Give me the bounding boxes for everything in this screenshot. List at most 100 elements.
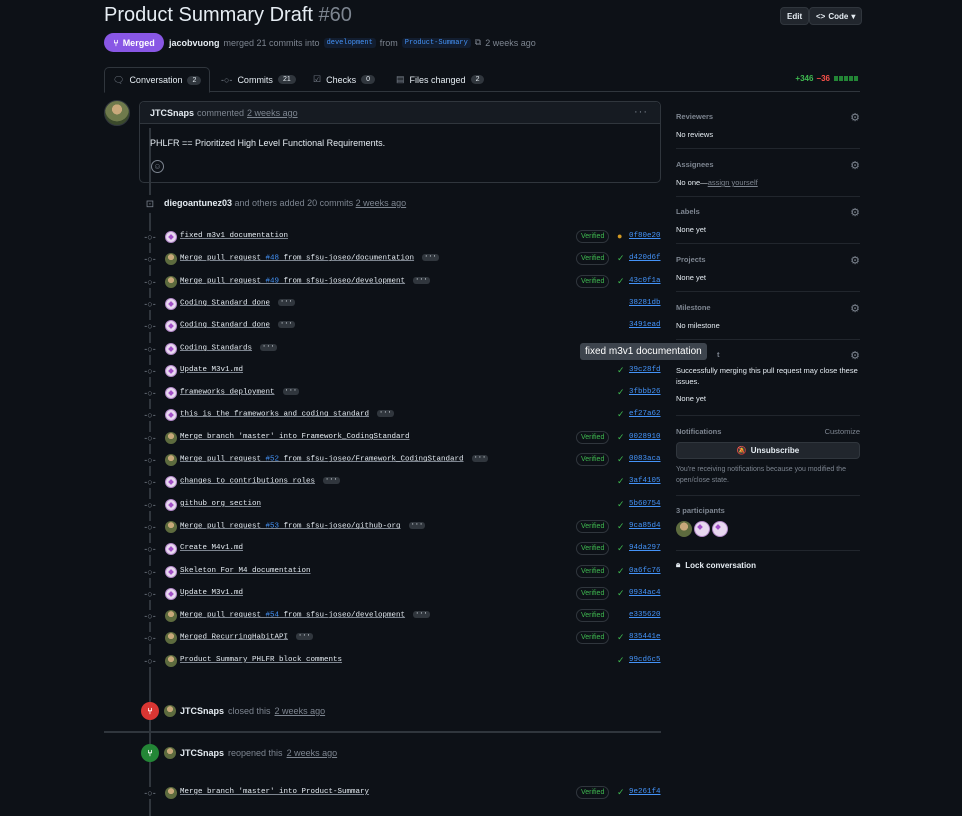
verified-badge[interactable]: Verified <box>576 252 610 265</box>
commit-message[interactable]: fixed m3v1 documentation <box>180 232 288 240</box>
reopened-time[interactable]: 2 weeks ago <box>287 748 338 758</box>
gear-icon[interactable]: ⚙ <box>850 302 860 315</box>
expand-commit-button[interactable]: ··· <box>260 344 277 351</box>
commit-sha[interactable]: e335620 <box>629 611 661 619</box>
commit-message[interactable]: Create M4v1.md <box>180 544 243 552</box>
tab-checks[interactable]: ☑ Checks 0 <box>305 67 383 92</box>
gear-icon[interactable]: ⚙ <box>850 111 860 124</box>
commit-sha[interactable]: 9ca85d4 <box>629 522 661 530</box>
commit-sha[interactable]: 39c28fd <box>629 366 661 374</box>
expand-commit-button[interactable]: ··· <box>377 410 394 417</box>
avatar[interactable] <box>164 705 176 717</box>
base-branch[interactable]: development <box>323 37 376 48</box>
commit-message[interactable]: Product Summary PHLFR block comments <box>180 656 342 664</box>
commit-message[interactable]: Merge pull request #52 from sfsu-joseo/F… <box>180 455 489 463</box>
check-icon[interactable]: ✓ <box>617 632 625 643</box>
commit-message[interactable]: Merge pull request #53 from sfsu-joseo/g… <box>180 522 426 530</box>
avatar[interactable] <box>165 320 177 332</box>
avatar[interactable] <box>165 499 177 511</box>
avatar[interactable] <box>165 365 177 377</box>
expand-commit-button[interactable]: ··· <box>278 321 295 328</box>
avatar[interactable] <box>165 610 177 622</box>
commit-sha[interactable]: 0f80e20 <box>629 232 661 240</box>
avatar[interactable] <box>165 276 177 288</box>
avatar[interactable] <box>165 409 177 421</box>
avatar[interactable] <box>694 521 710 537</box>
check-icon[interactable]: ✓ <box>617 499 625 510</box>
lock-conversation-button[interactable]: 🔒︎ Lock conversation <box>676 560 756 570</box>
push-time[interactable]: 2 weeks ago <box>356 198 407 208</box>
commit-sha[interactable]: 9e261f4 <box>629 788 661 796</box>
verified-badge[interactable]: Verified <box>576 453 610 466</box>
avatar[interactable] <box>165 476 177 488</box>
copy-icon[interactable]: ⧉ <box>475 37 481 48</box>
verified-badge[interactable]: Verified <box>576 275 610 288</box>
commit-sha[interactable]: 94da297 <box>629 544 661 552</box>
check-icon[interactable]: ✓ <box>617 476 625 487</box>
commit-message[interactable]: Merged RecurringHabitAPI ··· <box>180 633 313 641</box>
commit-message[interactable]: Coding Standard done ··· <box>180 321 295 329</box>
commit-message[interactable]: Merge pull request #54 from sfsu-joseo/d… <box>180 611 430 619</box>
check-icon[interactable]: ✓ <box>617 387 625 398</box>
tab-commits[interactable]: -○- Commits 21 <box>213 67 304 92</box>
commit-message[interactable]: changes to contributions roles ··· <box>180 477 340 485</box>
avatar[interactable] <box>165 787 177 799</box>
check-icon[interactable]: ✓ <box>617 566 625 577</box>
avatar[interactable] <box>165 231 177 243</box>
avatar[interactable] <box>165 432 177 444</box>
avatar[interactable] <box>676 521 692 537</box>
check-icon[interactable]: ✓ <box>617 588 625 599</box>
verified-badge[interactable]: Verified <box>576 230 610 243</box>
verified-badge[interactable]: Verified <box>576 587 610 600</box>
avatar[interactable] <box>165 655 177 667</box>
add-reaction-icon[interactable]: ☺ <box>151 160 164 173</box>
commit-sha[interactable]: 835441e <box>629 633 661 641</box>
check-icon[interactable]: ✓ <box>617 787 625 798</box>
expand-commit-button[interactable]: ··· <box>296 633 313 640</box>
check-icon[interactable]: ✓ <box>617 454 625 465</box>
commit-sha[interactable]: 0934ac4 <box>629 589 661 597</box>
commit-sha[interactable]: 43c0f1a <box>629 277 661 285</box>
avatar[interactable] <box>164 747 176 759</box>
push-author[interactable]: diegoantunez03 <box>164 198 232 208</box>
commit-message[interactable]: Skeleton For M4 documentation <box>180 567 311 575</box>
customize-link[interactable]: Customize <box>825 427 860 436</box>
commit-message[interactable]: Coding Standards ··· <box>180 344 277 352</box>
expand-commit-button[interactable]: ··· <box>323 477 340 484</box>
commit-sha[interactable]: 38281db <box>629 299 661 307</box>
expand-commit-button[interactable]: ··· <box>278 299 295 306</box>
gear-icon[interactable]: ⚙ <box>850 254 860 267</box>
commit-message[interactable]: Coding Standard done ··· <box>180 299 295 307</box>
closed-author[interactable]: JTCSnaps <box>180 706 224 716</box>
commit-message[interactable]: github org section <box>180 500 261 508</box>
commit-sha[interactable]: ef27a62 <box>629 410 661 418</box>
expand-commit-button[interactable]: ··· <box>282 388 300 395</box>
avatar[interactable] <box>165 566 177 578</box>
expand-commit-button[interactable]: ··· <box>413 277 430 284</box>
pr-author-link[interactable]: jacobvuong <box>169 38 220 48</box>
check-icon[interactable]: ✓ <box>617 409 625 420</box>
verified-badge[interactable]: Verified <box>576 786 610 799</box>
expand-commit-button[interactable]: ··· <box>413 611 430 618</box>
code-button[interactable]: <> Code ▾ <box>809 7 863 25</box>
avatar[interactable] <box>165 343 177 355</box>
edit-button[interactable]: Edit <box>780 7 810 25</box>
commit-sha[interactable]: d420d6f <box>629 254 661 262</box>
verified-badge[interactable]: Verified <box>576 631 610 644</box>
expand-commit-button[interactable]: ··· <box>422 254 439 261</box>
commit-sha[interactable]: 99cd6c5 <box>629 656 661 664</box>
closed-time[interactable]: 2 weeks ago <box>275 706 326 716</box>
commit-message[interactable]: this is the frameworks and coding standa… <box>180 410 394 418</box>
avatar[interactable] <box>712 521 728 537</box>
commit-message[interactable]: frameworks deployment ··· <box>180 388 300 396</box>
commit-sha[interactable]: 0028910 <box>629 433 661 441</box>
commit-sha[interactable]: 3af4105 <box>629 477 661 485</box>
check-icon[interactable]: ✓ <box>617 276 625 287</box>
gear-icon[interactable]: ⚙ <box>850 206 860 219</box>
avatar[interactable] <box>165 521 177 533</box>
unsubscribe-button[interactable]: 🔕 Unsubscribe <box>676 442 860 459</box>
commit-message[interactable]: Merge branch 'master' into Framework_Cod… <box>180 433 410 441</box>
comment-author[interactable]: JTCSnaps <box>150 108 194 118</box>
head-branch[interactable]: Product-Summary <box>401 37 471 48</box>
check-icon[interactable]: ✓ <box>617 655 625 666</box>
